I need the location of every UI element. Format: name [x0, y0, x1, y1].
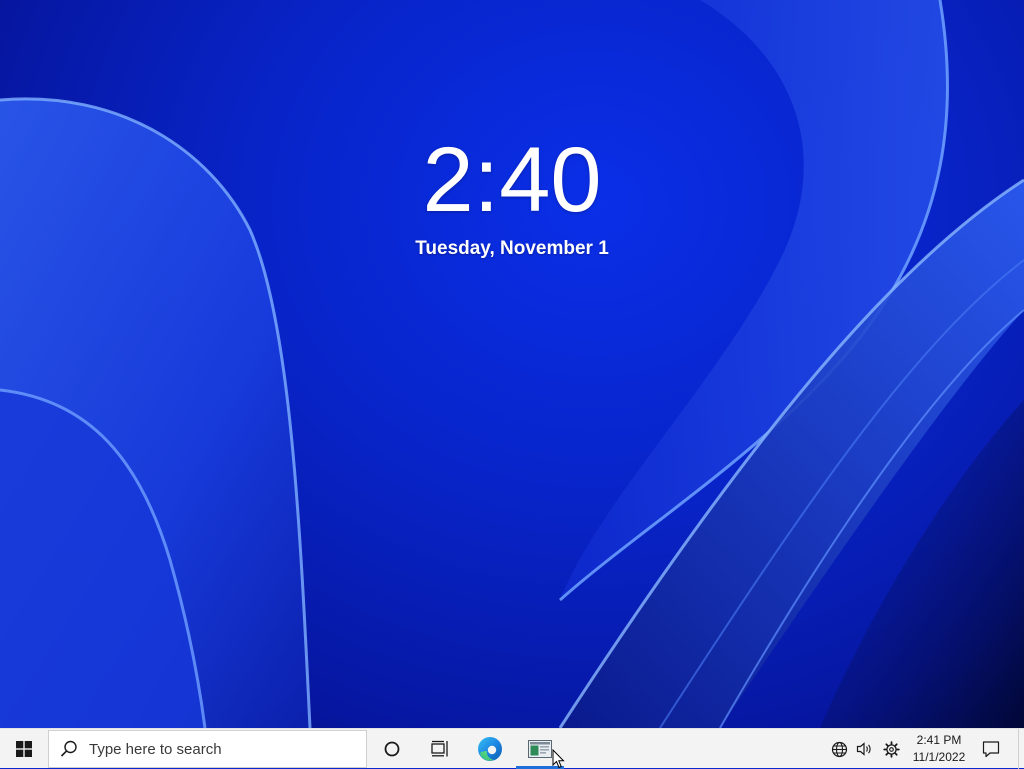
desktop: 2:40 Tuesday, November 1 — [0, 0, 1024, 728]
taskbar-search-box[interactable]: Type here to search — [48, 730, 367, 768]
edge-browser-button[interactable] — [466, 729, 514, 769]
settings-tray-button[interactable] — [878, 729, 904, 769]
gear-icon — [882, 740, 900, 758]
globe-icon — [831, 741, 847, 757]
taskbar: Type here to search 2:41 PM 11/1/2022 — [0, 728, 1024, 769]
edge-icon — [478, 737, 502, 761]
task-view-icon — [431, 740, 448, 757]
network-tray-button[interactable] — [826, 729, 852, 769]
mouse-cursor-icon — [552, 749, 565, 769]
cortana-button[interactable] — [368, 729, 416, 769]
lock-screen-time: 2:40 — [422, 129, 602, 231]
taskbar-clock[interactable]: 2:41 PM 11/1/2022 — [906, 729, 972, 769]
lock-screen-clock: 2:40 Tuesday, November 1 — [0, 130, 1024, 260]
volume-tray-button[interactable] — [852, 729, 876, 769]
chat-bubble-icon — [982, 741, 1000, 758]
notification-center-button[interactable] — [970, 729, 1012, 769]
show-desktop-button[interactable] — [1018, 729, 1024, 769]
windows-logo-icon — [16, 741, 32, 757]
app-window-icon — [528, 740, 552, 758]
taskbar-date: 11/1/2022 — [912, 750, 966, 764]
search-icon — [60, 740, 77, 757]
lock-screen-date: Tuesday, November 1 — [415, 238, 609, 259]
start-button[interactable] — [0, 729, 48, 769]
task-view-button[interactable] — [416, 729, 464, 769]
circle-icon — [384, 741, 400, 757]
speaker-icon — [856, 742, 871, 756]
taskbar-time: 2:41 PM — [916, 733, 962, 747]
search-placeholder: Type here to search — [89, 740, 222, 758]
bloom-wallpaper — [0, 0, 1024, 728]
